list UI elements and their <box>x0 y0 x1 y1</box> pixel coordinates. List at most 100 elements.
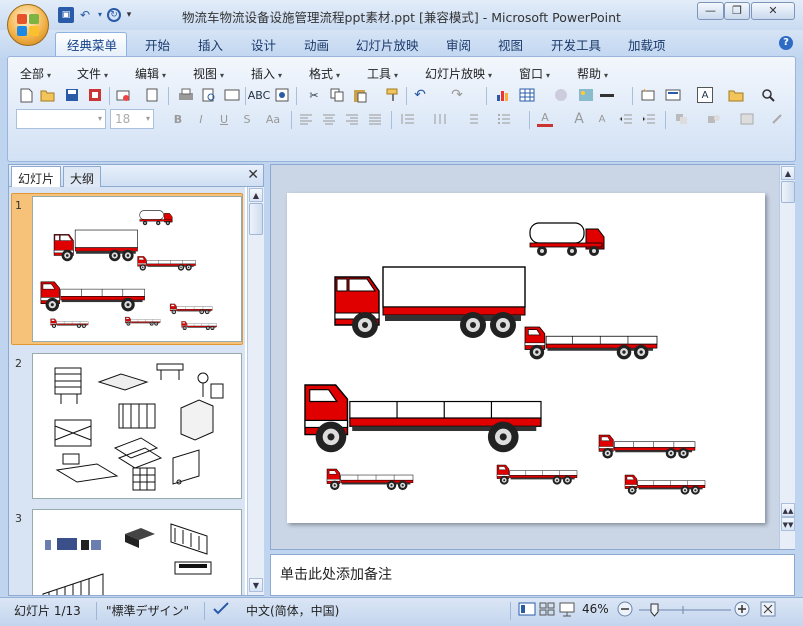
shrink-font-button[interactable]: A <box>594 111 610 127</box>
chart-icon[interactable] <box>495 87 511 103</box>
align-left-icon[interactable] <box>298 111 314 127</box>
slide-sorter-icon[interactable] <box>538 601 556 620</box>
menu-format[interactable]: 格式 ▾ <box>309 65 340 82</box>
arrange-icon[interactable] <box>674 111 690 127</box>
open-icon[interactable] <box>40 87 56 103</box>
notes-pane[interactable]: 单击此处添加备注 <box>270 554 795 596</box>
line-spacing-icon[interactable] <box>400 111 416 127</box>
print-icon[interactable] <box>178 87 194 103</box>
slide-thumbnail-2[interactable] <box>32 353 242 499</box>
menu-all[interactable]: 全部 ▾ <box>20 65 51 82</box>
paste-icon[interactable] <box>352 87 368 103</box>
slide-scrollbar[interactable]: ▲ ▲▲ ▼▼ <box>779 165 795 549</box>
tab-insert[interactable]: 插入 <box>198 35 223 54</box>
search-icon[interactable] <box>760 87 776 103</box>
new-icon[interactable] <box>18 87 34 103</box>
cut-icon[interactable]: ✂ <box>306 87 322 103</box>
tab-addins[interactable]: 加载项 <box>628 35 666 54</box>
zoom-level[interactable]: 46% <box>582 602 609 616</box>
menu-insert[interactable]: 插入 ▾ <box>251 65 282 82</box>
fit-to-window-icon[interactable] <box>760 601 776 620</box>
spellcheck-icon[interactable] <box>212 601 230 620</box>
increase-indent-icon[interactable] <box>641 111 657 127</box>
tab-review[interactable]: 审阅 <box>446 35 471 54</box>
shape-outline-icon[interactable] <box>770 111 786 127</box>
line-icon[interactable] <box>599 87 615 103</box>
publish-icon[interactable] <box>144 87 160 103</box>
tab-design[interactable]: 设计 <box>251 35 276 54</box>
scroll-up-icon[interactable]: ▲ <box>249 188 263 202</box>
menu-file[interactable]: 文件 ▾ <box>77 65 108 82</box>
align-center-icon[interactable] <box>321 111 337 127</box>
language-indicator[interactable]: 中文(简体，中国) <box>246 602 339 619</box>
new-slide-icon[interactable] <box>640 87 656 103</box>
shape-fill-icon[interactable] <box>739 111 755 127</box>
font-color-button[interactable]: A <box>537 111 553 127</box>
tab-slideshow[interactable]: 幻灯片放映 <box>356 35 419 54</box>
next-slide-icon[interactable]: ▼▼ <box>781 517 795 531</box>
folder-icon[interactable] <box>728 87 744 103</box>
close-button[interactable]: ✕ <box>751 2 795 20</box>
tab-outline[interactable]: 大纲 <box>63 166 102 187</box>
menu-help[interactable]: 帮助 ▾ <box>577 65 608 82</box>
picture-icon[interactable] <box>578 87 594 103</box>
close-icon[interactable]: ✕ <box>247 167 259 183</box>
zoom-out-icon[interactable] <box>617 601 633 620</box>
undo-icon[interactable]: ↶ <box>412 87 428 103</box>
menu-view[interactable]: 视图 ▾ <box>193 65 224 82</box>
format-painter-icon[interactable] <box>385 87 401 103</box>
align-right-icon[interactable] <box>344 111 360 127</box>
table-icon[interactable] <box>519 87 535 103</box>
zoom-slider[interactable] <box>637 598 733 622</box>
slideshow-view-icon[interactable] <box>558 601 576 620</box>
change-case-button[interactable]: Aa <box>262 111 284 127</box>
layout-icon[interactable] <box>224 87 240 103</box>
font-size-combo[interactable]: 18 ▾ <box>110 109 154 129</box>
slide-thumbnail-3[interactable] <box>32 509 242 595</box>
menu-edit[interactable]: 编辑 ▾ <box>135 65 166 82</box>
grow-font-button[interactable]: A <box>571 111 587 127</box>
scroll-thumb[interactable] <box>249 203 263 235</box>
copy-icon[interactable] <box>329 87 345 103</box>
office-button[interactable] <box>7 4 49 46</box>
help-icon[interactable]: ? <box>779 36 793 50</box>
numbering-icon[interactable] <box>464 111 480 127</box>
shapes-icon[interactable] <box>706 111 722 127</box>
decrease-indent-icon[interactable] <box>618 111 634 127</box>
columns-icon[interactable] <box>432 111 448 127</box>
menu-window[interactable]: 窗口 ▾ <box>519 65 550 82</box>
zoom-in-icon[interactable] <box>734 601 750 620</box>
tab-view[interactable]: 视图 <box>498 35 523 54</box>
normal-view-icon[interactable] <box>518 601 536 620</box>
research-icon[interactable] <box>274 87 290 103</box>
redo-icon[interactable]: ↷ <box>449 87 465 103</box>
menu-slideshow[interactable]: 幻灯片放映 ▾ <box>425 65 492 82</box>
thumbnails-scrollbar[interactable]: ▲ ▼ <box>247 187 264 595</box>
font-name-combo[interactable]: ▾ <box>16 109 106 129</box>
save-icon[interactable] <box>64 87 80 103</box>
previous-slide-icon[interactable]: ▲▲ <box>781 503 795 517</box>
tab-developer[interactable]: 开发工具 <box>551 35 601 54</box>
italic-button[interactable]: I <box>193 111 209 127</box>
clipart-icon[interactable] <box>553 87 569 103</box>
print-preview-icon[interactable] <box>201 87 217 103</box>
scroll-up-icon[interactable]: ▲ <box>781 166 795 180</box>
tab-home[interactable]: 开始 <box>145 35 170 54</box>
email-icon[interactable] <box>115 87 131 103</box>
minimize-button[interactable]: — <box>697 2 724 20</box>
tab-classic-menu[interactable]: 经典菜单 <box>67 35 117 54</box>
justify-icon[interactable] <box>367 111 383 127</box>
slide-layout-icon[interactable] <box>665 87 681 103</box>
restore-button[interactable]: ❐ <box>724 2 750 20</box>
slide-canvas[interactable] <box>287 193 765 523</box>
tab-slides[interactable]: 幻灯片 <box>11 166 62 187</box>
permission-icon[interactable] <box>87 87 103 103</box>
tab-animations[interactable]: 动画 <box>304 35 329 54</box>
textbox-icon[interactable]: A <box>697 87 713 103</box>
slide-thumbnail-1[interactable] <box>32 196 242 342</box>
menu-tools[interactable]: 工具 ▾ <box>367 65 398 82</box>
theme-name[interactable]: "標準デザイン" <box>106 602 189 619</box>
shadow-button[interactable]: S <box>239 111 255 127</box>
underline-button[interactable]: U <box>216 111 232 127</box>
scroll-thumb[interactable] <box>781 181 795 203</box>
